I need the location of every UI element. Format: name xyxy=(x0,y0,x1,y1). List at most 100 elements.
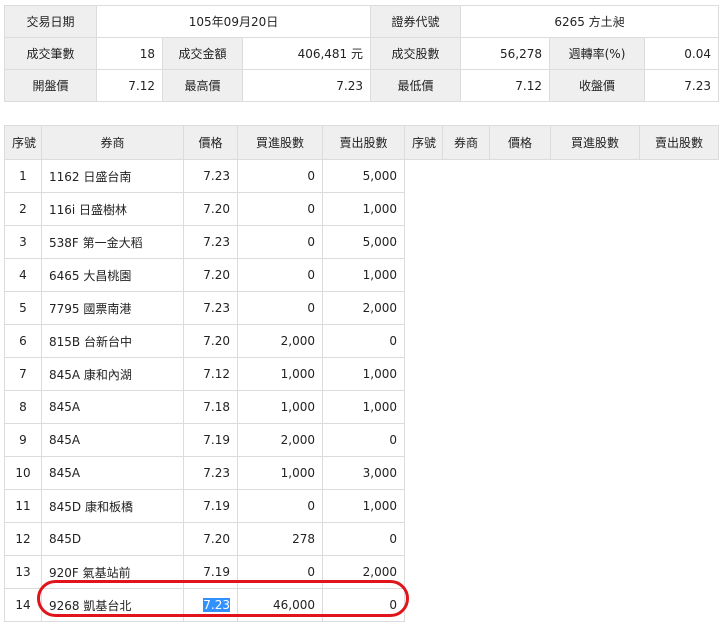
col-header-seq-2: 序號 xyxy=(404,125,443,160)
table-row: 8 845A 7.18 1,000 1,000 xyxy=(4,390,719,424)
sell-shares-cell: 1,000 xyxy=(322,258,405,292)
table-row: 13 920F 氣基站前 7.19 0 2,000 xyxy=(4,555,719,589)
trade-date-label: 交易日期 xyxy=(4,5,97,38)
summary-row-1: 交易日期 105年09月20日 證券代號 6265 方土昶 xyxy=(4,5,720,38)
price-cell: 7.18 xyxy=(183,390,238,424)
broker-cell: 815B 台新台中 xyxy=(41,324,184,358)
empty-right-area xyxy=(404,357,719,391)
broker-cell: 538F 第一金大稻 xyxy=(41,225,184,259)
broker-trades-table: 序號 券商 價格 買進股數 賣出股數 序號 券商 價格 買進股數 賣出股數 11… xyxy=(4,125,719,622)
trade-amount-value: 406,481 元 xyxy=(241,37,372,70)
trade-count-label: 成交筆數 xyxy=(4,37,97,70)
sell-shares-cell: 0 xyxy=(322,423,405,457)
sell-shares-cell: 0 xyxy=(322,522,405,556)
broker-cell: 7795 國票南港 xyxy=(41,291,184,325)
col-header-buy-shares: 買進股數 xyxy=(237,125,323,160)
empty-right-area xyxy=(404,192,719,226)
price-cell: 7.23 xyxy=(183,225,238,259)
table-row: 12 845D 7.20 278 0 xyxy=(4,522,719,556)
table-row: 6 815B 台新台中 7.20 2,000 0 xyxy=(4,324,719,358)
empty-right-area xyxy=(404,423,719,457)
seq-cell: 5 xyxy=(4,291,42,325)
col-header-seq: 序號 xyxy=(4,125,42,160)
open-price-value: 7.12 xyxy=(96,69,163,102)
broker-cell: 920F 氣基站前 xyxy=(41,555,184,589)
seq-cell: 1 xyxy=(4,159,42,193)
col-header-broker: 券商 xyxy=(41,125,184,160)
col-header-broker-2: 券商 xyxy=(442,125,490,160)
trade-date-value: 105年09月20日 xyxy=(95,5,372,38)
sell-shares-cell: 2,000 xyxy=(322,291,405,325)
table-row: 9 845A 7.19 2,000 0 xyxy=(4,423,719,457)
empty-right-area xyxy=(404,258,719,292)
table-row: 2 116i 日盛樹林 7.20 0 1,000 xyxy=(4,192,719,226)
seq-cell: 2 xyxy=(4,192,42,226)
price-cell: 7.23 xyxy=(183,159,238,193)
seq-cell: 6 xyxy=(4,324,42,358)
seq-cell: 9 xyxy=(4,423,42,457)
buy-shares-cell: 0 xyxy=(237,555,323,589)
table-row: 3 538F 第一金大稻 7.23 0 5,000 xyxy=(4,225,719,259)
broker-cell: 9268 凱基台北 xyxy=(41,588,184,622)
sell-shares-cell: 1,000 xyxy=(322,357,405,391)
open-price-label: 開盤價 xyxy=(4,69,97,102)
seq-cell: 11 xyxy=(4,489,42,523)
broker-cell: 845A 康和內湖 xyxy=(41,357,184,391)
table-row: 5 7795 國票南港 7.23 0 2,000 xyxy=(4,291,719,325)
empty-right-area xyxy=(404,522,719,556)
empty-right-area xyxy=(404,390,719,424)
security-code-label: 證券代號 xyxy=(370,5,462,38)
summary-row-2: 成交筆數 18 成交金額 406,481 元 成交股數 56,278 週轉率(%… xyxy=(4,37,720,70)
seq-cell: 3 xyxy=(4,225,42,259)
buy-shares-cell: 0 xyxy=(237,159,323,193)
sell-shares-cell: 0 xyxy=(322,588,405,622)
buy-shares-cell: 0 xyxy=(237,258,323,292)
seq-cell: 12 xyxy=(4,522,42,556)
buy-shares-cell: 278 xyxy=(237,522,323,556)
close-price-label: 收盤價 xyxy=(549,69,646,102)
empty-right-area xyxy=(404,291,719,325)
table-row: 1 1162 日盛台南 7.23 0 5,000 xyxy=(4,159,719,193)
trade-shares-value: 56,278 xyxy=(460,37,551,70)
table-row: 14 9268 凱基台北 7.23 46,000 0 xyxy=(4,588,719,622)
table-row: 7 845A 康和內湖 7.12 1,000 1,000 xyxy=(4,357,719,391)
seq-cell: 7 xyxy=(4,357,42,391)
sell-shares-cell: 5,000 xyxy=(322,159,405,193)
buy-shares-cell: 0 xyxy=(237,225,323,259)
sell-shares-cell: 1,000 xyxy=(322,390,405,424)
turnover-value: 0.04 xyxy=(644,37,720,70)
col-header-sell-shares-2: 賣出股數 xyxy=(639,125,719,160)
price-cell: 7.23 xyxy=(183,291,238,325)
empty-right-area xyxy=(404,588,719,622)
buy-shares-cell: 46,000 xyxy=(237,588,323,622)
seq-cell: 4 xyxy=(4,258,42,292)
sell-shares-cell: 0 xyxy=(322,324,405,358)
sell-shares-cell: 1,000 xyxy=(322,192,405,226)
high-price-value: 7.23 xyxy=(241,69,372,102)
empty-right-area xyxy=(404,489,719,523)
buy-shares-cell: 2,000 xyxy=(237,324,323,358)
trade-amount-label: 成交金額 xyxy=(162,37,243,70)
broker-cell: 845D xyxy=(41,522,184,556)
close-price-value: 7.23 xyxy=(644,69,720,102)
col-header-sell-shares: 賣出股數 xyxy=(322,125,405,160)
table-row: 10 845A 7.23 1,000 3,000 xyxy=(4,456,719,490)
price-cell: 7.20 xyxy=(183,324,238,358)
price-cell: 7.19 xyxy=(183,555,238,589)
sell-shares-cell: 3,000 xyxy=(322,456,405,490)
selected-price-text[interactable]: 7.23 xyxy=(203,598,230,612)
summary-row-3: 開盤價 7.12 最高價 7.23 最低價 7.12 收盤價 7.23 xyxy=(4,69,720,102)
buy-shares-cell: 0 xyxy=(237,489,323,523)
buy-shares-cell: 0 xyxy=(237,192,323,226)
empty-right-area xyxy=(404,456,719,490)
price-cell: 7.23 xyxy=(183,588,238,622)
seq-cell: 14 xyxy=(4,588,42,622)
trade-count-value: 18 xyxy=(96,37,163,70)
buy-shares-cell: 1,000 xyxy=(237,357,323,391)
seq-cell: 13 xyxy=(4,555,42,589)
price-cell: 7.20 xyxy=(183,522,238,556)
low-price-value: 7.12 xyxy=(460,69,551,102)
col-header-price-2: 價格 xyxy=(489,125,551,160)
price-cell: 7.23 xyxy=(183,456,238,490)
table-header-row: 序號 券商 價格 買進股數 賣出股數 序號 券商 價格 買進股數 賣出股數 xyxy=(4,125,719,160)
